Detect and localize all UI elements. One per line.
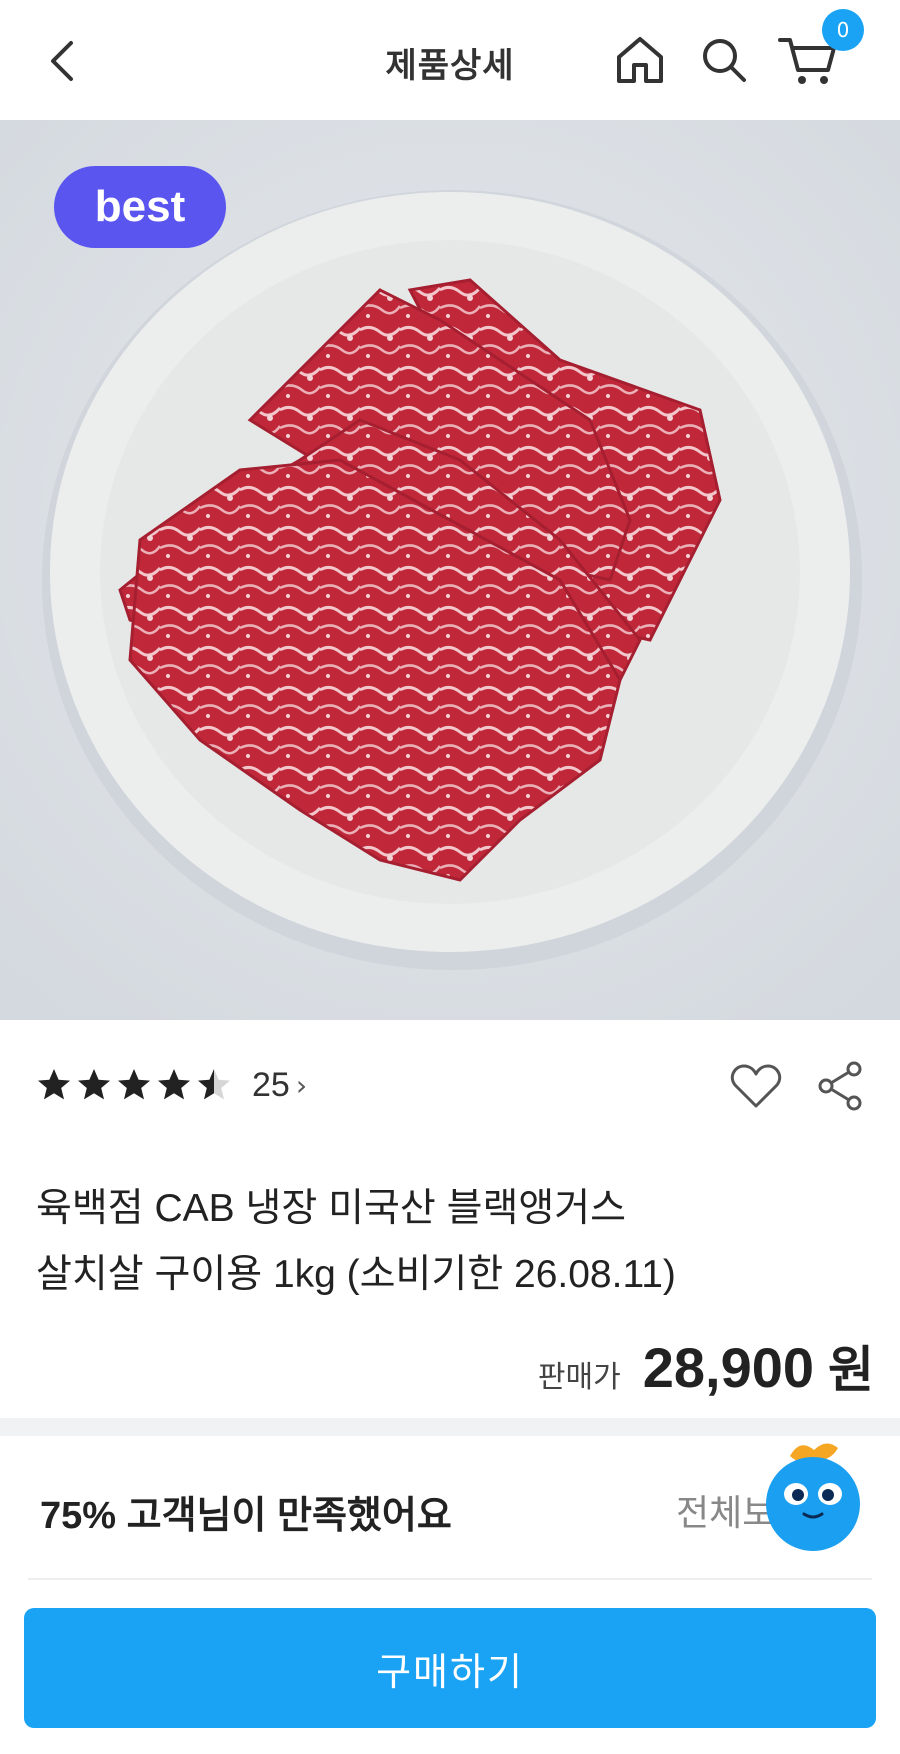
price-label: 판매가 [537,1360,621,1395]
search-button[interactable] [694,30,754,90]
mascot-chatbot-button[interactable] [760,1436,866,1552]
rating-summary[interactable]: 25 › [36,1060,307,1110]
product-image: best [0,120,900,1020]
price-row: 판매가 28,900 원 [538,1330,874,1402]
star-icon [38,1069,70,1100]
star-rating [36,1067,232,1103]
share-button[interactable] [812,1058,868,1114]
home-button[interactable] [610,30,670,90]
share-icon [818,1061,862,1111]
product-title: 육백점 CAB 냉장 미국산 블랙앵거스 살치살 구이용 1kg (소비기한 2… [36,1176,856,1308]
top-app-bar: 제품상세 0 [0,0,900,120]
product-title-line: 육백점 CAB 냉장 미국산 블랙앵거스 [36,1187,626,1230]
page-title: 제품상세 [385,46,515,86]
buy-button[interactable]: 구매하기 [24,1608,876,1728]
satisfaction-summary: 75% 고객님이 만족했어요 [40,1495,452,1537]
price-unit: 원 [828,1341,874,1399]
section-divider [0,1418,900,1436]
star-icon [158,1069,190,1100]
review-count: 25 [252,1065,290,1104]
star-icon [198,1069,230,1100]
cart-count-badge: 0 [822,9,864,51]
product-title-line: 살치살 구이용 1kg (소비기한 26.08.11) [36,1253,676,1296]
heart-icon [730,1064,782,1108]
star-icon [118,1069,150,1100]
home-icon [617,37,663,83]
divider [28,1578,872,1580]
meat-plate-illustration [0,120,900,1020]
wishlist-button[interactable] [728,1058,784,1114]
star-icon [78,1069,110,1100]
search-icon [703,39,746,82]
price-value: 28,900 [642,1336,814,1399]
best-badge: best [54,166,226,248]
chevron-right-icon: › [295,1068,308,1102]
